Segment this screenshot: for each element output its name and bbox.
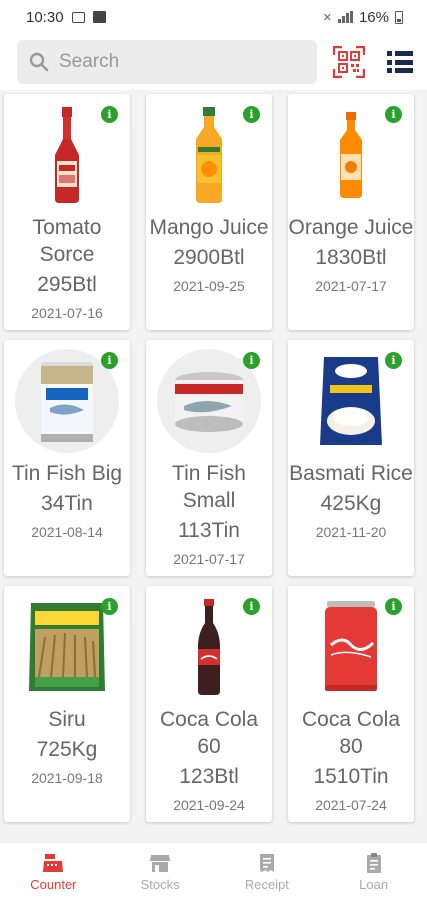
signal-icon: [337, 11, 353, 23]
search-icon: [29, 52, 49, 72]
product-name: Orange Juice: [288, 216, 414, 239]
battery-icon: [395, 10, 403, 24]
cash-register-icon: [43, 853, 64, 872]
product-quantity: 725Kg: [36, 738, 98, 761]
message-icon: [71, 11, 85, 23]
product-quantity: 123Btl: [179, 765, 239, 788]
product-card[interactable]: i Tomato Sorce 295Btl 2021-07-16: [4, 94, 130, 330]
product-card[interactable]: i Basmati Rice 425Kg 2021-11-20: [288, 340, 414, 576]
status-bar: 10:30 ✕ 16%: [0, 0, 427, 34]
product-quantity: 1830Btl: [315, 246, 387, 269]
list-view-icon[interactable]: [387, 51, 413, 73]
image-icon: [92, 11, 106, 23]
nav-loan[interactable]: Loan: [320, 843, 427, 900]
product-name: Tomato Sorce: [32, 216, 102, 266]
product-quantity: 425Kg: [320, 492, 382, 515]
top-bar: [0, 34, 427, 90]
info-icon[interactable]: i: [385, 352, 402, 369]
nav-stocks[interactable]: Stocks: [107, 843, 214, 900]
product-name: Tin Fish Small: [172, 462, 246, 512]
info-icon[interactable]: i: [101, 598, 118, 615]
info-icon[interactable]: i: [385, 106, 402, 123]
search-input[interactable]: [59, 51, 289, 73]
product-card[interactable]: i Siru 725Kg 2021-09-18: [4, 586, 130, 822]
nav-label: Receipt: [244, 876, 289, 892]
nav-label: Loan: [359, 876, 389, 892]
info-icon[interactable]: i: [243, 106, 260, 123]
product-grid: i Tomato Sorce 295Btl 2021-07-16 i Mango…: [4, 94, 424, 822]
search-bar[interactable]: [17, 40, 317, 84]
product-quantity: 2900Btl: [173, 246, 245, 269]
nav-label: Counter: [30, 876, 77, 892]
info-icon[interactable]: i: [101, 352, 118, 369]
product-card[interactable]: i Tin Fish Small 113Tin 2021-07-17: [146, 340, 272, 576]
product-card[interactable]: i Coca Cola 80 1510Tin 2021-07-24: [288, 586, 414, 822]
product-date: 2021-09-24: [173, 797, 245, 813]
product-name: Mango Juice: [149, 216, 269, 239]
nav-receipt[interactable]: Receipt: [214, 843, 321, 900]
product-name: Coca Cola 80: [301, 708, 401, 758]
nav-label: Stocks: [140, 876, 180, 892]
bottom-navigation: Counter Stocks Receipt Loan: [0, 842, 427, 900]
product-date: 2021-11-20: [315, 524, 387, 540]
product-date: 2021-07-17: [315, 278, 387, 294]
clipboard-icon: [366, 852, 381, 873]
product-date: 2021-08-14: [31, 524, 103, 540]
product-date: 2021-07-24: [315, 797, 387, 813]
product-name: Tin Fish Big: [11, 462, 123, 485]
product-card[interactable]: i Mango Juice 2900Btl 2021-09-25: [146, 94, 272, 330]
product-card[interactable]: i Coca Cola 60 123Btl 2021-09-24: [146, 586, 272, 822]
product-date: 2021-09-25: [173, 278, 245, 294]
product-name: Basmati Rice: [289, 462, 413, 485]
store-icon: [150, 854, 171, 872]
product-card[interactable]: i Tin Fish Big 34Tin 2021-08-14: [4, 340, 130, 576]
status-time: 10:30: [26, 8, 64, 26]
product-date: 2021-07-16: [31, 305, 103, 321]
product-name: Siru: [48, 708, 86, 731]
receipt-icon: [259, 853, 274, 872]
info-icon[interactable]: i: [243, 598, 260, 615]
product-date: 2021-09-18: [31, 770, 103, 786]
battery-percent: 16%: [358, 8, 389, 26]
product-quantity: 1510Tin: [313, 765, 389, 788]
product-card[interactable]: i Orange Juice 1830Btl 2021-07-17: [288, 94, 414, 330]
product-name: Coca Cola 60: [159, 708, 259, 758]
product-date: 2021-07-17: [173, 551, 245, 567]
qr-scan-icon[interactable]: [333, 46, 365, 78]
product-quantity: 295Btl: [37, 273, 97, 296]
product-quantity: 34Tin: [41, 492, 93, 515]
product-quantity: 113Tin: [178, 519, 240, 542]
info-icon[interactable]: i: [243, 352, 260, 369]
info-icon[interactable]: i: [101, 106, 118, 123]
info-icon[interactable]: i: [385, 598, 402, 615]
nav-counter[interactable]: Counter: [0, 843, 107, 900]
mute-icon: ✕: [322, 11, 332, 24]
